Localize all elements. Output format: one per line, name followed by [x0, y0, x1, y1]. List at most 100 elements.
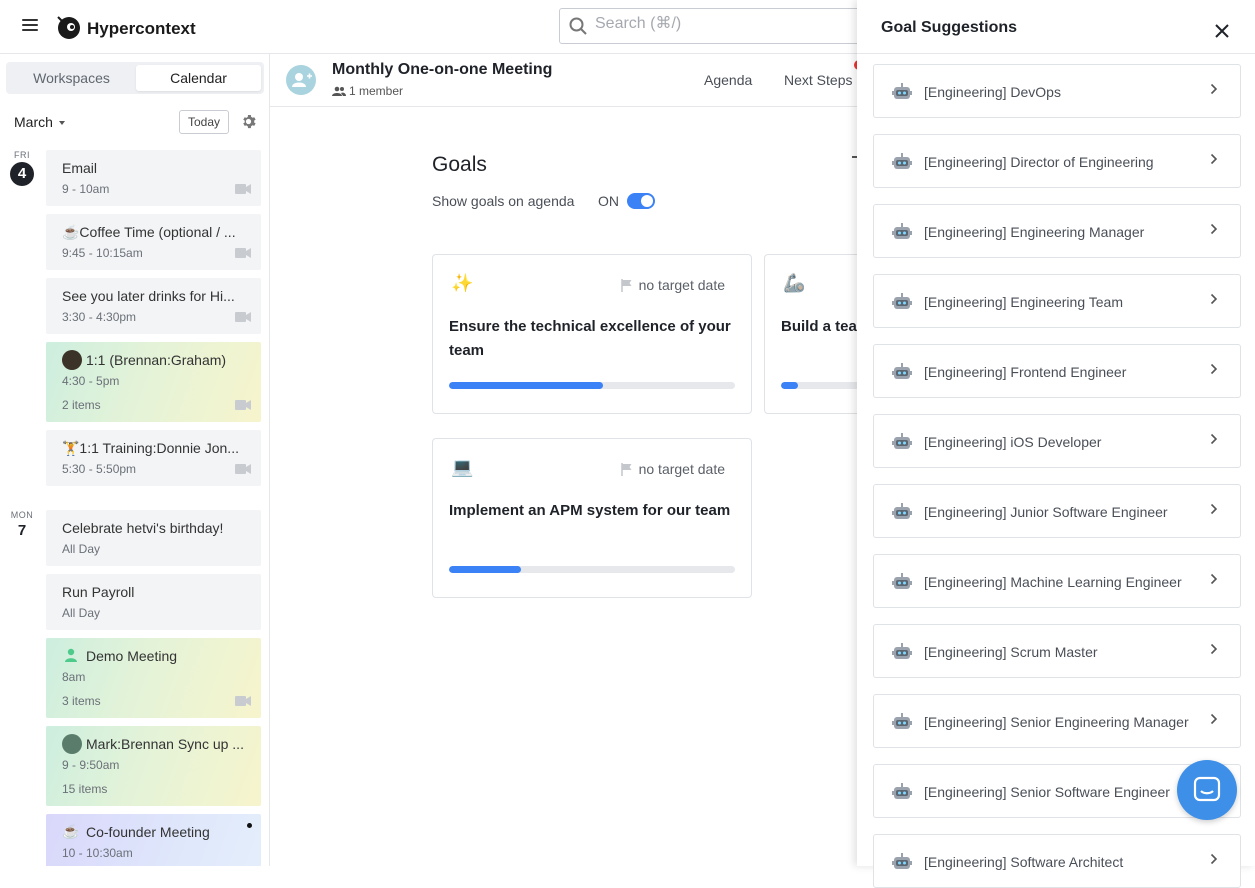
event-time: 9 - 10am: [62, 182, 110, 196]
suggestion-item[interactable]: [Engineering] Machine Learning Engineer: [873, 554, 1241, 608]
suggestion-item[interactable]: [Engineering] DevOps: [873, 64, 1241, 118]
robot-icon: [892, 503, 912, 519]
robot-icon: [892, 153, 912, 169]
event-birthday[interactable]: Celebrate hetvi's birthday! All Day: [46, 510, 261, 566]
tab-workspaces[interactable]: Workspaces: [9, 65, 134, 91]
event-sync-up[interactable]: Mark:Brennan Sync up ... 9 - 9:50am 15 i…: [46, 726, 261, 806]
event-demo-meeting[interactable]: Demo Meeting 8am 3 items: [46, 638, 261, 718]
event-title: Co-founder Meeting: [86, 824, 210, 840]
robot-icon: [892, 363, 912, 379]
tab-next-steps[interactable]: Next Steps: [784, 72, 852, 88]
suggestion-item[interactable]: [Engineering] Senior Engineering Manager: [873, 694, 1241, 748]
target-date: no target date: [620, 277, 725, 293]
video-icon: [235, 248, 251, 258]
event-items: 15 items: [62, 782, 108, 796]
tab-calendar[interactable]: Calendar: [136, 65, 261, 91]
progress-fill: [781, 382, 798, 389]
progress-bar: [449, 566, 735, 573]
event-items: 2 items: [62, 398, 101, 412]
menu-icon[interactable]: [22, 19, 38, 33]
event-title: ☕Coffee Time (optional / ...: [62, 224, 236, 240]
member-count[interactable]: 1 member: [332, 84, 403, 98]
event-title: Demo Meeting: [86, 648, 178, 664]
suggestion-item[interactable]: [Engineering] Director of Engineering: [873, 134, 1241, 188]
event-time: 10 - 10:30am: [62, 846, 133, 860]
mechanical-arm-icon: 🦾: [783, 273, 806, 293]
target-date-label: no target date: [638, 461, 725, 477]
robot-icon: [892, 573, 912, 589]
progress-bar: [781, 382, 863, 389]
event-one-on-one-brennan-graham[interactable]: 1:1 (Brennan:Graham) 4:30 - 5pm 2 items: [46, 342, 261, 422]
event-email[interactable]: Email 9 - 10am: [46, 150, 261, 206]
weekday: MON: [10, 510, 34, 520]
event-run-payroll[interactable]: Run Payroll All Day: [46, 574, 261, 630]
chevron-right-icon: [1210, 643, 1218, 655]
progress-fill: [449, 382, 604, 389]
event-title: See you later drinks for Hi...: [62, 288, 235, 304]
event-cofounder-meeting[interactable]: ☕ Co-founder Meeting 10 - 10:30am: [46, 814, 261, 866]
robot-icon: [892, 433, 912, 449]
goal-card[interactable]: 🦾 Build a team of engineers: [764, 254, 864, 414]
suggestion-label: [Engineering] iOS Developer: [924, 434, 1102, 450]
chevron-right-icon: [1210, 503, 1218, 515]
chevron-right-icon: [1210, 363, 1218, 375]
goals-heading: Goals: [432, 153, 487, 176]
unread-dot: [247, 823, 252, 828]
robot-icon: [892, 783, 912, 799]
month-dropdown[interactable]: March: [14, 114, 65, 130]
person-icon: [65, 648, 77, 662]
robot-icon: [892, 83, 912, 99]
event-title: 🏋1:1 Training:Donnie Jon...: [62, 440, 239, 456]
chevron-right-icon: [1210, 153, 1218, 165]
suggestion-label: [Engineering] Frontend Engineer: [924, 364, 1127, 380]
video-icon: [235, 464, 251, 474]
suggestion-item[interactable]: [Engineering] Software Architect: [873, 834, 1241, 888]
search-input[interactable]: [595, 15, 845, 33]
chat-button[interactable]: [1177, 760, 1237, 820]
chevron-right-icon: [1210, 853, 1218, 865]
goal-card[interactable]: ✨ no target date Ensure the technical ex…: [432, 254, 752, 414]
event-time: All Day: [62, 606, 101, 620]
suggestion-item[interactable]: [Engineering] Engineering Manager: [873, 204, 1241, 258]
suggestion-item[interactable]: [Engineering] Junior Software Engineer: [873, 484, 1241, 538]
suggestion-item[interactable]: [Engineering] Scrum Master: [873, 624, 1241, 678]
suggestion-item[interactable]: [Engineering] iOS Developer: [873, 414, 1241, 468]
day-label-fri: FRI 4: [10, 150, 34, 186]
suggestion-item[interactable]: [Engineering] Engineering Team: [873, 274, 1241, 328]
today-button[interactable]: Today: [179, 110, 229, 134]
event-drinks[interactable]: See you later drinks for Hi... 3:30 - 4:…: [46, 278, 261, 334]
chevron-right-icon: [1210, 573, 1218, 585]
suggestion-label: [Engineering] Junior Software Engineer: [924, 504, 1168, 520]
weekday: FRI: [14, 150, 30, 160]
target-date-label: no target date: [638, 277, 725, 293]
robot-icon: [892, 643, 912, 659]
search-box[interactable]: [559, 8, 889, 44]
event-time: 5:30 - 5:50pm: [62, 462, 137, 476]
progress-bar: [449, 382, 735, 389]
event-coffee-time[interactable]: ☕Coffee Time (optional / ... 9:45 - 10:1…: [46, 214, 261, 270]
suggestion-label: [Engineering] Engineering Manager: [924, 224, 1145, 240]
add-person-icon[interactable]: [286, 65, 316, 95]
coffee-icon: ☕: [62, 823, 80, 839]
event-time: 3:30 - 4:30pm: [62, 310, 137, 324]
event-title: Email: [62, 160, 98, 176]
suggestion-item[interactable]: [Engineering] Frontend Engineer: [873, 344, 1241, 398]
gear-icon[interactable]: [241, 114, 256, 129]
event-time: All Day: [62, 542, 101, 556]
show-goals-toggle[interactable]: [627, 193, 655, 209]
goal-title: Ensure the technical excellence of your …: [449, 318, 731, 359]
event-title: 1:1 (Brennan:Graham): [86, 352, 227, 368]
event-training[interactable]: 🏋1:1 Training:Donnie Jon... 5:30 - 5:50p…: [46, 430, 261, 486]
event-title: Run Payroll: [62, 584, 135, 600]
tab-agenda[interactable]: Agenda: [704, 72, 752, 88]
suggestion-label: [Engineering] Senior Engineering Manager: [924, 714, 1189, 730]
people-icon: [332, 86, 346, 96]
chevron-right-icon: [1210, 293, 1218, 305]
goal-card[interactable]: 💻 no target date Implement an APM system…: [432, 438, 752, 598]
suggestion-label: [Engineering] Senior Software Engineer: [924, 784, 1170, 800]
close-icon[interactable]: [1215, 24, 1229, 38]
panel-title: Goal Suggestions: [881, 19, 1018, 36]
chevron-right-icon: [1210, 713, 1218, 725]
goal-title: Build a team of engineers: [781, 318, 863, 335]
flag-icon: [620, 279, 632, 292]
